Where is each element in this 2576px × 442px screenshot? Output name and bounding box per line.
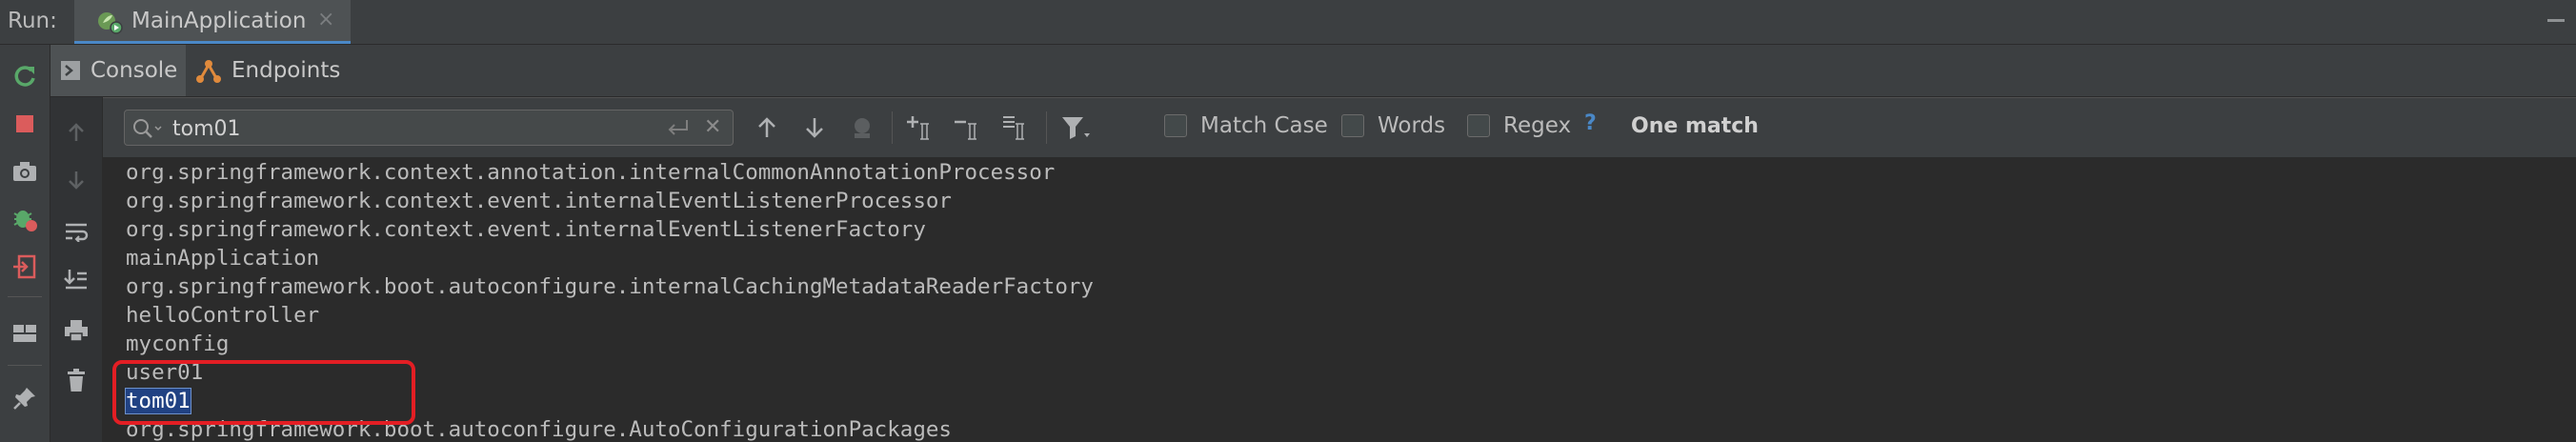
tab-console-label: Console <box>91 58 178 83</box>
search-match-highlight: tom01 <box>125 388 191 414</box>
previous-occurrence-icon[interactable] <box>749 110 785 146</box>
regex-box[interactable] <box>1467 114 1490 137</box>
print-icon[interactable] <box>58 312 94 349</box>
close-icon[interactable]: × <box>317 8 334 31</box>
match-case-box[interactable] <box>1164 114 1187 137</box>
log-line-match: tom01 <box>125 387 1094 415</box>
arrow-up-icon[interactable] <box>58 114 94 151</box>
run-left-toolbar <box>0 45 50 442</box>
layout-icon[interactable] <box>7 315 43 352</box>
toolbar-separator <box>1046 111 1047 144</box>
minimize-icon[interactable] <box>2547 19 2565 22</box>
log-line: mainApplication <box>126 246 320 271</box>
camera-icon[interactable] <box>7 153 43 190</box>
regex-label: Regex <box>1503 113 1572 138</box>
trash-icon[interactable] <box>58 362 94 398</box>
clear-icon[interactable]: ✕ <box>704 115 721 139</box>
log-line: helloController <box>126 303 320 328</box>
rerun-icon[interactable] <box>7 58 43 94</box>
log-line: org.springframework.boot.autoconfigure.A… <box>126 417 952 442</box>
match-status: One match <box>1631 114 1759 138</box>
stop-icon[interactable] <box>7 106 43 142</box>
console-output[interactable]: org.springframework.context.annotation.i… <box>103 157 2576 442</box>
words-label: Words <box>1378 113 1446 138</box>
console-gutter-toolbar <box>50 97 103 442</box>
words-box[interactable] <box>1341 114 1364 137</box>
toolbar-separator <box>8 296 42 297</box>
run-subtabs: Console Endpoints <box>50 45 2576 96</box>
run-label: Run: <box>8 9 57 33</box>
scroll-to-end-icon[interactable] <box>58 261 94 297</box>
spring-boot-run-icon <box>95 10 124 34</box>
find-all-icon[interactable] <box>844 110 880 146</box>
arrow-down-icon[interactable] <box>58 162 94 198</box>
tab-endpoints[interactable]: Endpoints <box>191 45 401 96</box>
run-toolwindow-header: Run: MainApplication × <box>0 0 2576 45</box>
select-all-occurrences-icon[interactable] <box>998 110 1035 146</box>
log-line: myconfig <box>126 332 230 356</box>
toolbar-separator <box>892 111 893 144</box>
log-line: user01 <box>126 360 204 385</box>
next-occurrence-icon[interactable] <box>796 110 833 146</box>
tab-console[interactable]: Console <box>50 45 186 96</box>
match-case-checkbox[interactable]: Match Case <box>1164 113 1328 138</box>
newline-icon[interactable] <box>666 118 691 141</box>
log-line: org.springframework.context.event.intern… <box>126 217 926 242</box>
console-icon <box>60 60 81 81</box>
match-case-label: Match Case <box>1200 113 1328 138</box>
pin-icon[interactable] <box>7 380 43 416</box>
search-icon <box>132 118 163 143</box>
toolbar-separator <box>8 365 42 366</box>
add-selection-icon[interactable] <box>903 110 939 146</box>
log-line: org.springframework.context.annotation.i… <box>126 160 1056 185</box>
search-field[interactable]: ✕ <box>124 110 734 146</box>
console-search-bar: ✕ Match Case <box>103 97 2576 157</box>
run-tab-main-application[interactable]: MainApplication × <box>74 0 351 44</box>
exit-icon[interactable] <box>7 249 43 285</box>
search-input[interactable] <box>171 113 632 144</box>
filter-icon[interactable] <box>1057 110 1094 146</box>
run-tab-title: MainApplication <box>131 9 307 33</box>
bug-icon[interactable] <box>7 201 43 237</box>
log-line: org.springframework.context.event.intern… <box>126 189 952 213</box>
endpoints-icon <box>195 57 222 84</box>
remove-selection-icon[interactable] <box>951 110 987 146</box>
regex-help-link[interactable]: ? <box>1584 111 1597 135</box>
tab-endpoints-label: Endpoints <box>231 58 341 83</box>
log-line: org.springframework.boot.autoconfigure.i… <box>126 274 1094 299</box>
regex-checkbox[interactable]: Regex <box>1467 113 1571 138</box>
soft-wrap-icon[interactable] <box>58 213 94 250</box>
words-checkbox[interactable]: Words <box>1341 113 1445 138</box>
log-lines: org.springframework.context.annotation.i… <box>125 158 1094 442</box>
